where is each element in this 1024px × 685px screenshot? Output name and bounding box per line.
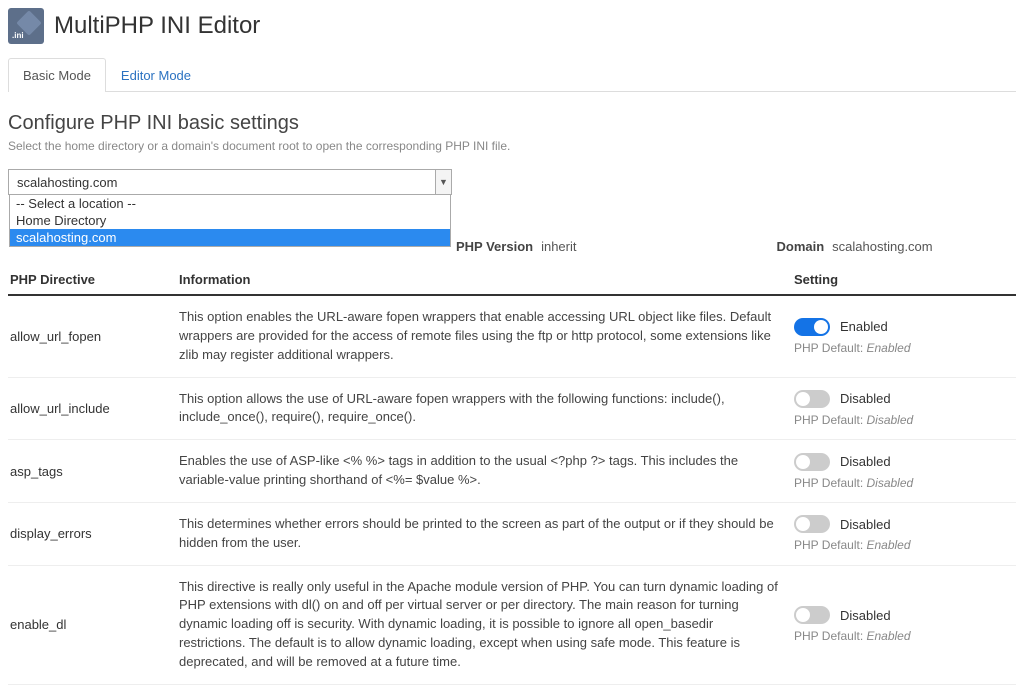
dropdown-option[interactable]: scalahosting.com [10,229,450,246]
chevron-down-icon[interactable]: ▼ [435,170,451,194]
dropdown-option[interactable]: Home Directory [10,212,450,229]
page-title: MultiPHP INI Editor [54,12,260,40]
directive-info: This determines whether errors should be… [179,515,794,553]
tab-editor-mode[interactable]: Editor Mode [106,58,206,92]
directive-setting: Disabled PHP Default: Enabled [794,606,1016,643]
directive-name: display_errors [8,526,179,541]
directive-setting: Disabled PHP Default: Disabled [794,390,1016,427]
toggle-label: Enabled [840,319,888,334]
toggle-switch[interactable] [794,453,830,471]
toggle-label: Disabled [840,517,891,532]
toggle-label: Disabled [840,391,891,406]
select-dropdown: -- Select a location --Home Directorysca… [9,195,451,247]
table-header: PHP Directive Information Setting [8,272,1016,296]
table-row: display_errorsThis determines whether er… [8,503,1016,566]
default-text: PHP Default: Enabled [794,629,1016,643]
default-text: PHP Default: Enabled [794,538,1016,552]
dropdown-option[interactable]: -- Select a location -- [10,195,450,212]
section-title: Configure PHP INI basic settings [8,112,1016,135]
toggle-label: Disabled [840,608,891,623]
table-row: allow_url_includeThis option allows the … [8,378,1016,441]
directive-name: allow_url_fopen [8,329,179,344]
section-desc: Select the home directory or a domain's … [8,139,1016,153]
app-icon-label: .ini [12,31,24,40]
default-text: PHP Default: Disabled [794,476,1016,490]
toggle-switch[interactable] [794,390,830,408]
default-text: PHP Default: Enabled [794,341,1016,355]
toggle-switch[interactable] [794,606,830,624]
location-select[interactable]: scalahosting.com ▼ -- Select a location … [8,169,452,195]
select-value: scalahosting.com [9,175,435,190]
domain-label: Domain [777,239,825,254]
directive-setting: Disabled PHP Default: Disabled [794,453,1016,490]
table-row: allow_url_fopenThis option enables the U… [8,296,1016,378]
default-text: PHP Default: Disabled [794,413,1016,427]
th-directive: PHP Directive [8,272,179,287]
tabs: Basic Mode Editor Mode [8,58,1016,92]
th-info: Information [179,272,794,287]
table-row: enable_dlThis directive is really only u… [8,566,1016,685]
directive-setting: Enabled PHP Default: Enabled [794,318,1016,355]
toggle-switch[interactable] [794,515,830,533]
php-version-label: PHP Version [456,239,533,254]
directive-info: This option allows the use of URL-aware … [179,390,794,428]
tab-basic-mode[interactable]: Basic Mode [8,58,106,92]
select-box[interactable]: scalahosting.com ▼ [8,169,452,195]
php-version-value: inherit [541,239,576,254]
domain-value: scalahosting.com [832,239,932,254]
page-header: .ini MultiPHP INI Editor [8,0,1016,58]
directive-name: asp_tags [8,464,179,479]
toggle-switch[interactable] [794,318,830,336]
directives-table: PHP Directive Information Setting allow_… [8,272,1016,685]
directive-info: This option enables the URL-aware fopen … [179,308,794,365]
directive-info: This directive is really only useful in … [179,578,794,672]
directive-info: Enables the use of ASP-like <% %> tags i… [179,452,794,490]
directive-name: enable_dl [8,617,179,632]
app-icon: .ini [8,8,44,44]
toggle-label: Disabled [840,454,891,469]
th-setting: Setting [794,272,1016,287]
directive-name: allow_url_include [8,401,179,416]
directive-setting: Disabled PHP Default: Enabled [794,515,1016,552]
table-row: asp_tagsEnables the use of ASP-like <% %… [8,440,1016,503]
